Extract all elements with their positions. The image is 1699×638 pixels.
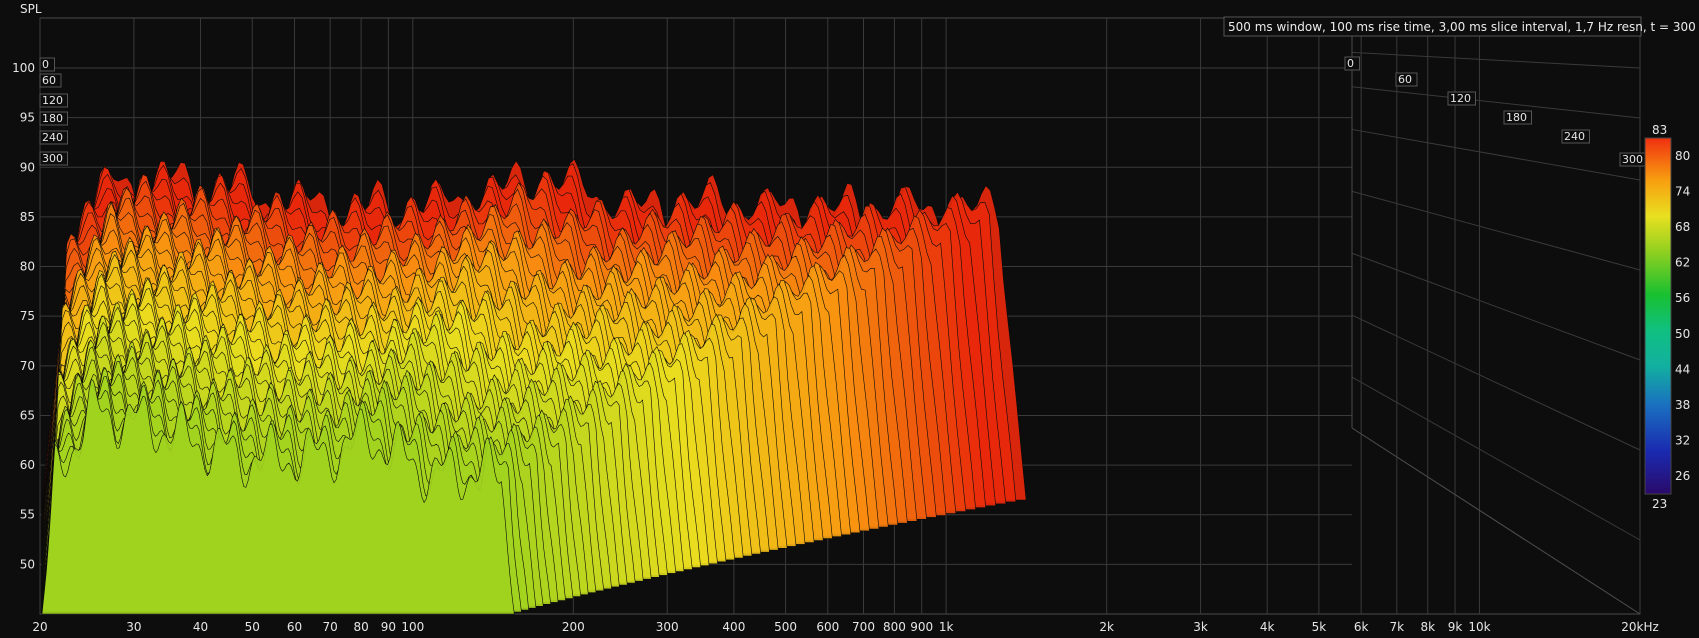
x-tick-label: 20 [32, 620, 47, 634]
colorbar: 26 32 38 44 50 56 62 68 74 80 83 23 [1644, 123, 1690, 511]
waterfall-chart: 50 55 60 65 70 75 80 85 90 95 100 20 30 40 50 60 70 80 90 1… [12, 2, 1699, 634]
x-tick-label: 5k [1312, 620, 1327, 634]
svg-text:300: 300 [1622, 153, 1643, 166]
time-label-right: 300 [1619, 152, 1648, 167]
colorbar-tick-label: 32 [1675, 434, 1690, 448]
depth-line [1351, 252, 1641, 361]
x-tick-label: 100 [401, 620, 424, 634]
colorbar-tick-label: 50 [1675, 327, 1690, 341]
time-label-left: 180 [39, 111, 68, 126]
y-tick-label: 95 [20, 111, 35, 125]
y-tick-label: 65 [20, 408, 35, 422]
y-tick-label: 70 [20, 359, 35, 373]
x-tick-label: 900 [910, 620, 933, 634]
colorbar-tick-label: 74 [1675, 184, 1690, 198]
x-tick-label: 6k [1354, 620, 1369, 634]
svg-text:60: 60 [42, 74, 56, 87]
x-tick-label: 2k [1099, 620, 1114, 634]
x-tick-label: 7k [1390, 620, 1405, 634]
floor-edge [1351, 427, 1641, 615]
colorbar-tick-label: 38 [1675, 398, 1690, 412]
x-tick-label: 500 [774, 620, 797, 634]
depth-line [1351, 51, 1641, 69]
colorbar-tick-label: 80 [1675, 149, 1690, 163]
svg-text:0: 0 [42, 58, 49, 71]
colorbar-tick-label: 26 [1675, 469, 1690, 483]
x-tick-label: 10k [1468, 620, 1490, 634]
x-tick-label: 50 [245, 620, 260, 634]
colorbar-tick-label: 68 [1675, 220, 1690, 234]
svg-text:0: 0 [1347, 57, 1354, 70]
depth-line [1351, 314, 1641, 451]
x-tick-label: 400 [722, 620, 745, 634]
x-tick-label: 3k [1193, 620, 1208, 634]
colorbar-max-label: 83 [1652, 123, 1667, 137]
y-tick-label: 75 [20, 309, 35, 323]
y-tick-label: 100 [12, 61, 35, 75]
svg-text:60: 60 [1398, 73, 1412, 86]
x-tick-label: 1k [939, 620, 954, 634]
y-tick-label: 60 [20, 458, 35, 472]
svg-text:240: 240 [42, 131, 63, 144]
colorbar-tick-label: 56 [1675, 291, 1690, 305]
y-axis-label: SPL [20, 2, 42, 16]
svg-text:180: 180 [1506, 111, 1527, 124]
colorbar-min-label: 23 [1652, 497, 1667, 511]
time-label-right: 0 [1344, 56, 1360, 71]
svg-text:120: 120 [1450, 92, 1471, 105]
y-tick-label: 55 [20, 508, 35, 522]
x-tick-label: 70 [323, 620, 338, 634]
x-tick-label: 9k [1448, 620, 1463, 634]
info-text: 500 ms window, 100 ms rise time, 3,00 ms… [1228, 20, 1699, 34]
waterfall-surface [41, 158, 1027, 615]
depth-line [1351, 376, 1641, 541]
y-tick-label: 85 [20, 210, 35, 224]
x-tick-label: 80 [353, 620, 368, 634]
x-tick-label: 200 [562, 620, 585, 634]
time-label-right: 240 [1561, 129, 1590, 144]
svg-text:120: 120 [42, 94, 63, 107]
svg-text:180: 180 [42, 112, 63, 125]
x-tick-label: 800 [883, 620, 906, 634]
colorbar-tick-label: 44 [1675, 362, 1690, 376]
time-label-left: 60 [39, 73, 62, 88]
x-tick-label: 600 [816, 620, 839, 634]
y-tick-label: 50 [20, 557, 35, 571]
x-tick-label: 700 [852, 620, 875, 634]
y-tick-label: 80 [20, 260, 35, 274]
x-tick-label: 300 [656, 620, 679, 634]
svg-text:300: 300 [42, 152, 63, 165]
x-tick-label: 30 [126, 620, 141, 634]
depth-line [1351, 190, 1641, 271]
colorbar-gradient [1644, 137, 1672, 495]
x-tick-label: 20kHz [1621, 620, 1659, 634]
time-label-left: 240 [39, 130, 68, 145]
depth-line [1351, 128, 1641, 181]
time-label-left: 0 [39, 57, 55, 72]
x-tick-label: 60 [287, 620, 302, 634]
depth-line [1351, 86, 1641, 119]
time-label-left: 120 [39, 93, 68, 108]
x-tick-label: 8k [1420, 620, 1435, 634]
svg-text:240: 240 [1564, 130, 1585, 143]
x-tick-label: 4k [1260, 620, 1275, 634]
time-label-right: 60 [1395, 72, 1418, 87]
info-box: 500 ms window, 100 ms rise time, 3,00 ms… [1223, 16, 1699, 37]
time-label-right: 120 [1447, 91, 1476, 106]
x-tick-label: 40 [193, 620, 208, 634]
y-tick-label: 90 [20, 160, 35, 174]
colorbar-tick-label: 62 [1675, 256, 1690, 270]
time-label-left: 300 [39, 151, 68, 166]
time-label-right: 180 [1503, 110, 1532, 125]
x-tick-label: 90 [381, 620, 396, 634]
